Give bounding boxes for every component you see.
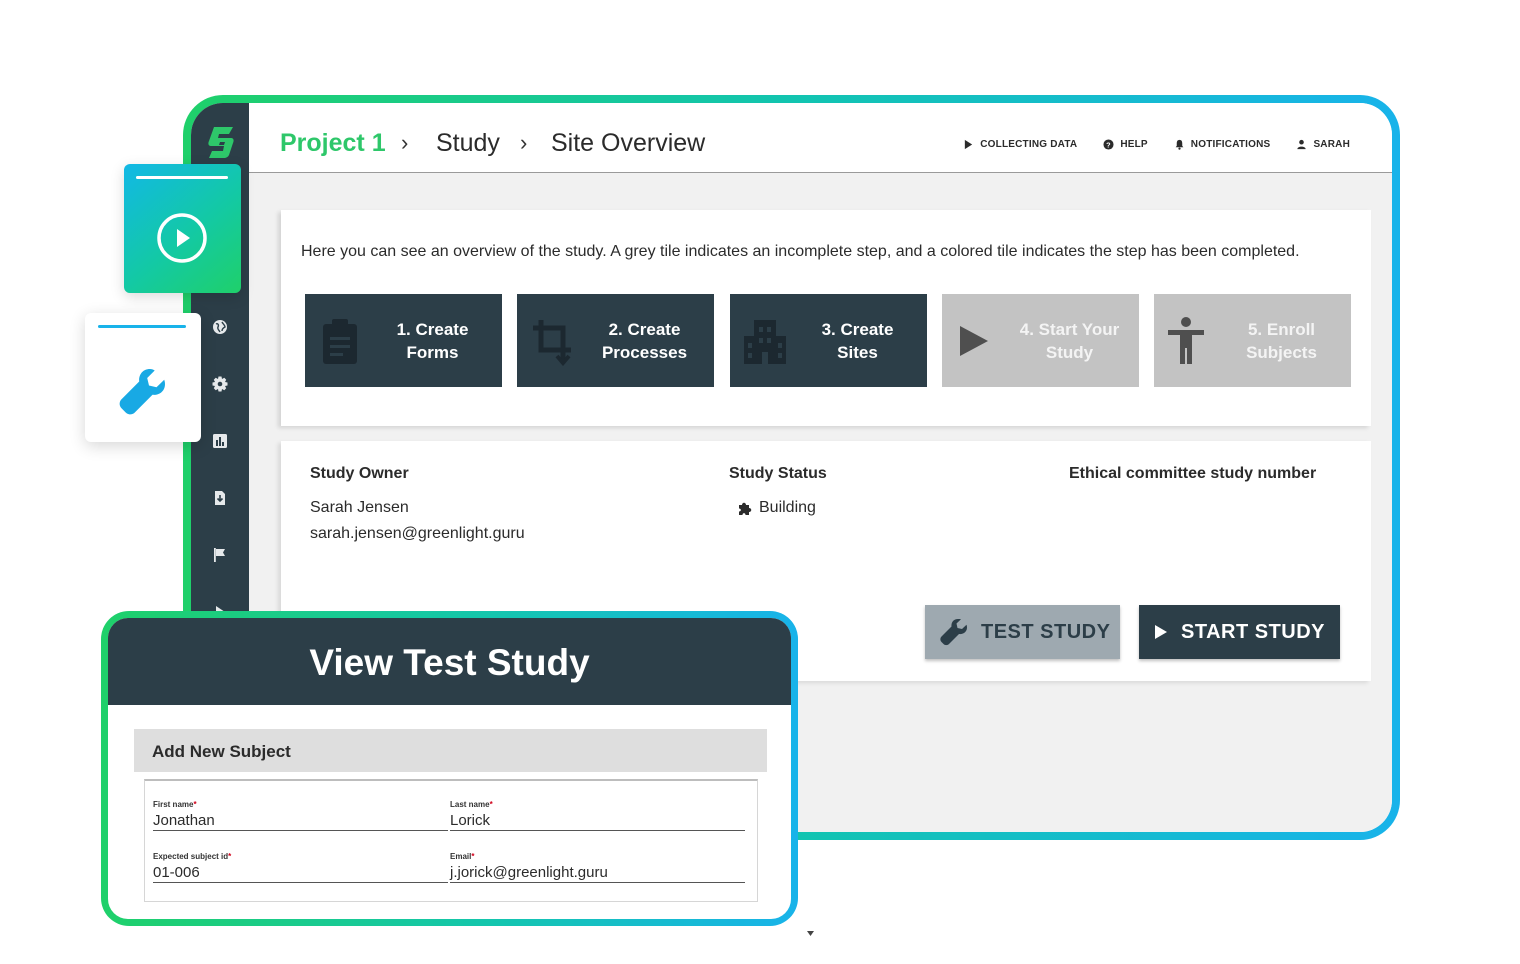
step-label: 4. Start Your Study bbox=[1019, 320, 1120, 362]
card-accent-bar bbox=[136, 176, 228, 179]
chart-icon[interactable] bbox=[212, 433, 228, 449]
help-icon: ? bbox=[1103, 139, 1114, 150]
globe-icon[interactable] bbox=[212, 319, 228, 335]
overview-description: Here you can see an overview of the stud… bbox=[301, 243, 1300, 260]
download-icon[interactable] bbox=[212, 490, 228, 506]
user-menu[interactable]: SARAH bbox=[1296, 139, 1350, 150]
start-study-label: START STUDY bbox=[1181, 620, 1326, 643]
ethics-number-heading: Ethical committee study number bbox=[1069, 465, 1317, 482]
last-name-field[interactable]: Last name* Lorick bbox=[450, 800, 745, 831]
puzzle-icon bbox=[739, 502, 752, 515]
top-actions: COLLECTING DATA ? HELP NOTIFICATIONS SAR… bbox=[963, 139, 1350, 150]
notifications-button[interactable]: NOTIFICATIONS bbox=[1174, 139, 1271, 150]
flag-icon[interactable] bbox=[212, 547, 228, 563]
first-name-input[interactable]: Jonathan bbox=[153, 812, 448, 831]
notifications-label: NOTIFICATIONS bbox=[1190, 139, 1271, 150]
caret-down-icon bbox=[807, 931, 814, 936]
expected-subject-id-field[interactable]: Expected subject id* 01-006 bbox=[153, 852, 448, 883]
test-study-window-frame: View Test Study Add New Subject First na… bbox=[101, 611, 798, 926]
crop-icon bbox=[533, 320, 571, 366]
step-label: 1. Create Forms bbox=[396, 320, 469, 362]
top-bar: Project 1 › Study › Site Overview COLLEC… bbox=[249, 103, 1392, 173]
step-tile-create-forms[interactable]: 1. Create Forms bbox=[305, 294, 502, 387]
person-icon bbox=[1168, 317, 1204, 364]
study-owner-email[interactable]: sarah.jensen@greenlight.guru bbox=[310, 525, 525, 543]
study-status: Building bbox=[737, 499, 816, 517]
expected-subject-id-input[interactable]: 01-006 bbox=[153, 864, 448, 883]
card-accent-bar bbox=[98, 325, 186, 328]
study-status-value: Building bbox=[759, 499, 816, 516]
add-subject-heading: Add New Subject bbox=[134, 729, 767, 772]
wrench-feature-card bbox=[85, 313, 201, 442]
test-study-title: View Test Study bbox=[309, 642, 590, 683]
study-overview-card: Here you can see an overview of the stud… bbox=[281, 210, 1371, 426]
collecting-data-label: COLLECTING DATA bbox=[980, 139, 1078, 150]
breadcrumb-study[interactable]: Study bbox=[436, 129, 500, 158]
test-study-label: TEST STUDY bbox=[981, 620, 1111, 643]
step-label: 3. Create Sites bbox=[821, 320, 894, 362]
step-tile-start-study[interactable]: 4. Start Your Study bbox=[942, 294, 1139, 387]
test-study-button[interactable]: TEST STUDY bbox=[925, 605, 1120, 659]
last-name-label: Last name* bbox=[450, 800, 493, 809]
study-status-heading: Study Status bbox=[729, 465, 827, 482]
help-label: HELP bbox=[1120, 139, 1148, 150]
gear-icon[interactable] bbox=[212, 376, 228, 392]
step-tile-create-processes[interactable]: 2. Create Processes bbox=[517, 294, 714, 387]
play-circle-icon bbox=[157, 213, 207, 263]
wrench-icon bbox=[119, 369, 165, 415]
help-button[interactable]: ? HELP bbox=[1103, 139, 1148, 150]
step-label: 2. Create Processes bbox=[601, 320, 688, 362]
collecting-data-button[interactable]: COLLECTING DATA bbox=[963, 139, 1077, 150]
step-label: 5. Enroll Subjects bbox=[1246, 320, 1317, 362]
breadcrumb-separator: › bbox=[401, 130, 409, 155]
email-input[interactable]: j.jorick@greenlight.guru bbox=[450, 864, 745, 883]
user-name: SARAH bbox=[1313, 139, 1350, 150]
play-icon bbox=[960, 326, 988, 356]
email-label: Email* bbox=[450, 852, 475, 861]
play-feature-card bbox=[124, 164, 241, 293]
logo-icon[interactable] bbox=[207, 125, 235, 159]
start-study-button[interactable]: START STUDY bbox=[1139, 605, 1340, 659]
play-icon bbox=[965, 139, 973, 150]
test-study-window: View Test Study Add New Subject First na… bbox=[108, 618, 791, 919]
first-name-field[interactable]: First name* Jonathan bbox=[153, 800, 448, 831]
study-owner-name: Sarah Jensen bbox=[310, 499, 409, 516]
expected-subject-id-label: Expected subject id* bbox=[153, 852, 232, 861]
add-subject-form: First name* Jonathan Last name* Lorick E… bbox=[144, 779, 758, 902]
svg-text:?: ? bbox=[1106, 140, 1111, 149]
study-owner-heading: Study Owner bbox=[310, 465, 409, 482]
clipboard-icon bbox=[323, 319, 357, 364]
step-tile-create-sites[interactable]: 3. Create Sites bbox=[730, 294, 927, 387]
page-title: Site Overview bbox=[551, 129, 706, 157]
test-study-header: View Test Study bbox=[108, 618, 791, 705]
bell-icon bbox=[1175, 139, 1184, 150]
user-icon bbox=[1297, 139, 1307, 150]
breadcrumb-separator: › bbox=[520, 130, 528, 155]
building-icon bbox=[744, 320, 786, 364]
last-name-input[interactable]: Lorick bbox=[450, 812, 745, 831]
wrench-icon bbox=[940, 619, 967, 646]
breadcrumb-project[interactable]: Project 1 bbox=[280, 129, 386, 158]
step-tile-enroll-subjects[interactable]: 5. Enroll Subjects bbox=[1154, 294, 1351, 387]
email-field[interactable]: Email* j.jorick@greenlight.guru bbox=[450, 852, 745, 883]
play-icon bbox=[1155, 625, 1167, 639]
first-name-label: First name* bbox=[153, 800, 197, 809]
